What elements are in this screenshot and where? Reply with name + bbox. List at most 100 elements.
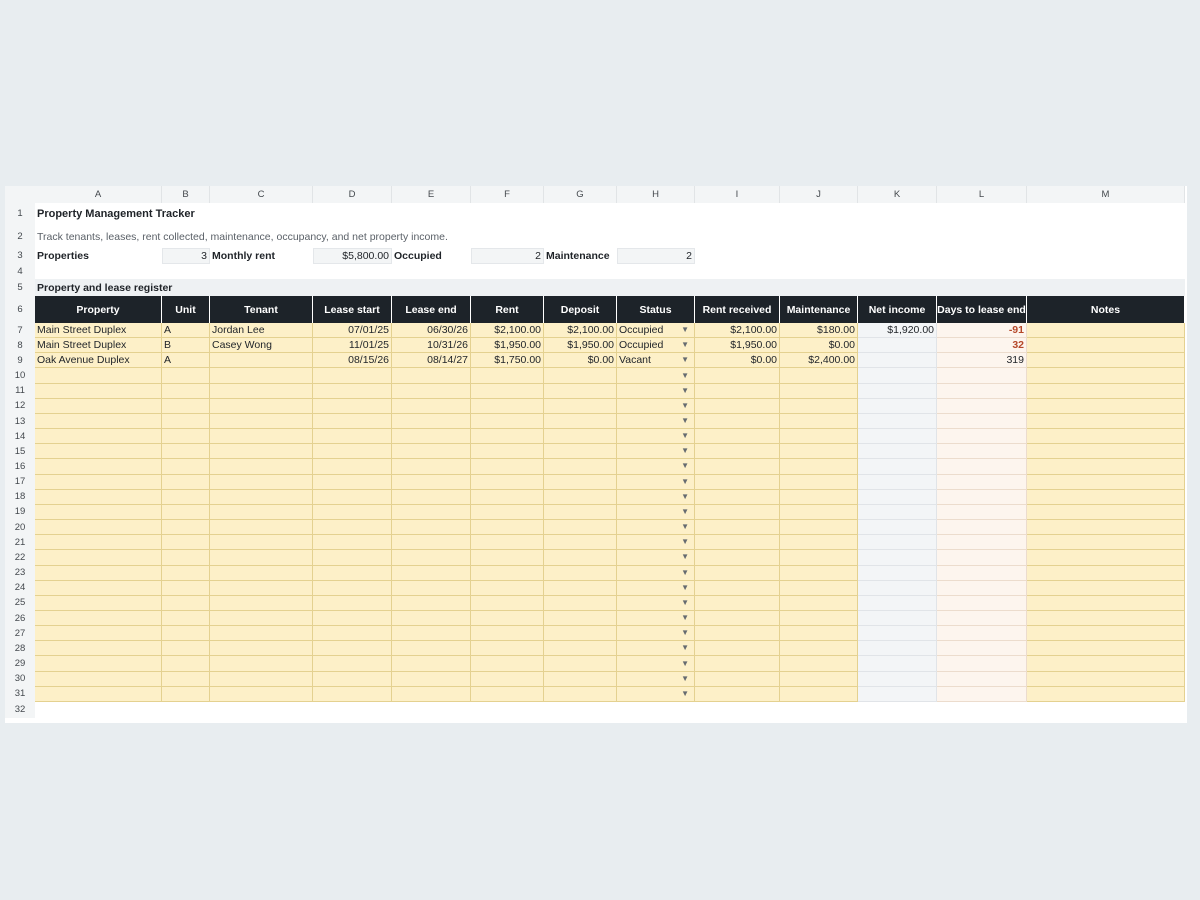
dropdown-arrow-icon[interactable]: ▼ bbox=[681, 672, 689, 686]
table-cell-r18-c9[interactable] bbox=[780, 595, 858, 611]
row-header-19[interactable]: 19 bbox=[5, 504, 35, 521]
table-cell-r9-c5[interactable] bbox=[471, 459, 544, 475]
table-cell-r17-c6[interactable] bbox=[544, 580, 617, 596]
table-cell-r2-c7[interactable]: Vacant ▼ bbox=[617, 353, 695, 369]
table-cell-r4-c1[interactable] bbox=[162, 383, 210, 399]
dropdown-arrow-icon[interactable]: ▼ bbox=[681, 566, 689, 580]
table-cell-r5-c8[interactable] bbox=[695, 398, 780, 414]
table-cell-r6-c11[interactable] bbox=[937, 413, 1027, 430]
table-cell-r0-c3[interactable]: 07/01/25 bbox=[313, 323, 392, 339]
table-cell-r1-c8[interactable]: $1,950.00 bbox=[695, 338, 780, 354]
row-header-3[interactable]: 3 bbox=[5, 248, 35, 264]
dropdown-arrow-icon[interactable]: ▼ bbox=[681, 353, 689, 367]
table-cell-r8-c1[interactable] bbox=[162, 444, 210, 460]
table-cell-r7-c4[interactable] bbox=[392, 429, 471, 445]
table-cell-r8-c5[interactable] bbox=[471, 444, 544, 460]
table-cell-r22-c12[interactable] bbox=[1027, 656, 1185, 672]
table-cell-r6-c7[interactable]: ▼ bbox=[617, 413, 695, 430]
table-cell-r9-c3[interactable] bbox=[313, 459, 392, 475]
table-cell-r7-c1[interactable] bbox=[162, 429, 210, 445]
table-cell-r13-c12[interactable] bbox=[1027, 520, 1185, 536]
table-cell-r20-c5[interactable] bbox=[471, 626, 544, 642]
table-cell-r0-c11[interactable]: -91 bbox=[937, 323, 1027, 339]
table-cell-r24-c9[interactable] bbox=[780, 686, 858, 702]
table-cell-r5-c1[interactable] bbox=[162, 398, 210, 414]
table-cell-r18-c5[interactable] bbox=[471, 595, 544, 611]
table-cell-r22-c7[interactable]: ▼ bbox=[617, 656, 695, 672]
table-cell-r8-c8[interactable] bbox=[695, 444, 780, 460]
table-cell-r17-c3[interactable] bbox=[313, 580, 392, 596]
row-header-1[interactable]: 1 bbox=[5, 203, 35, 225]
table-cell-r14-c0[interactable] bbox=[35, 535, 162, 551]
table-cell-r22-c4[interactable] bbox=[392, 656, 471, 672]
table-cell-r4-c5[interactable] bbox=[471, 383, 544, 399]
row-header-16[interactable]: 16 bbox=[5, 459, 35, 475]
table-cell-r10-c1[interactable] bbox=[162, 474, 210, 490]
table-cell-r18-c1[interactable] bbox=[162, 595, 210, 611]
table-cell-r22-c8[interactable] bbox=[695, 656, 780, 672]
table-cell-r12-c11[interactable] bbox=[937, 504, 1027, 521]
table-cell-r17-c11[interactable] bbox=[937, 580, 1027, 596]
table-cell-r16-c0[interactable] bbox=[35, 565, 162, 581]
table-cell-r20-c6[interactable] bbox=[544, 626, 617, 642]
table-cell-r13-c0[interactable] bbox=[35, 520, 162, 536]
table-cell-r20-c2[interactable] bbox=[210, 626, 313, 642]
table-cell-r14-c9[interactable] bbox=[780, 535, 858, 551]
table-cell-r9-c7[interactable]: ▼ bbox=[617, 459, 695, 475]
table-cell-r19-c7[interactable]: ▼ bbox=[617, 610, 695, 627]
table-cell-r3-c7[interactable]: ▼ bbox=[617, 368, 695, 384]
dropdown-arrow-icon[interactable]: ▼ bbox=[681, 429, 689, 443]
table-cell-r22-c1[interactable] bbox=[162, 656, 210, 672]
table-cell-r1-c2[interactable]: Casey Wong bbox=[210, 338, 313, 354]
dropdown-arrow-icon[interactable]: ▼ bbox=[681, 687, 689, 701]
table-cell-r5-c6[interactable] bbox=[544, 398, 617, 414]
table-cell-r9-c12[interactable] bbox=[1027, 459, 1185, 475]
table-cell-r1-c6[interactable]: $1,950.00 bbox=[544, 338, 617, 354]
table-cell-r14-c5[interactable] bbox=[471, 535, 544, 551]
row-header-13[interactable]: 13 bbox=[5, 413, 35, 430]
table-cell-r19-c1[interactable] bbox=[162, 610, 210, 627]
column-header-i[interactable]: I bbox=[695, 186, 780, 203]
table-header-12[interactable]: Notes bbox=[1027, 296, 1185, 323]
table-cell-r7-c8[interactable] bbox=[695, 429, 780, 445]
table-cell-r8-c2[interactable] bbox=[210, 444, 313, 460]
table-cell-r0-c9[interactable]: $180.00 bbox=[780, 323, 858, 339]
table-cell-r13-c3[interactable] bbox=[313, 520, 392, 536]
summary-value-1[interactable]: $5,800.00 bbox=[313, 248, 392, 264]
dropdown-arrow-icon[interactable]: ▼ bbox=[681, 505, 689, 519]
row-header-20[interactable]: 20 bbox=[5, 520, 35, 536]
table-cell-r23-c9[interactable] bbox=[780, 671, 858, 687]
table-cell-r13-c10[interactable] bbox=[858, 520, 937, 536]
table-cell-r11-c11[interactable] bbox=[937, 489, 1027, 505]
table-cell-r17-c4[interactable] bbox=[392, 580, 471, 596]
table-cell-r0-c4[interactable]: 06/30/26 bbox=[392, 323, 471, 339]
table-cell-r4-c7[interactable]: ▼ bbox=[617, 383, 695, 399]
dropdown-arrow-icon[interactable]: ▼ bbox=[681, 444, 689, 458]
table-cell-r20-c7[interactable]: ▼ bbox=[617, 626, 695, 642]
table-header-8[interactable]: Rent received bbox=[695, 296, 780, 323]
table-cell-r19-c9[interactable] bbox=[780, 610, 858, 627]
table-cell-r21-c4[interactable] bbox=[392, 641, 471, 657]
column-header-m[interactable]: M bbox=[1027, 186, 1185, 203]
table-cell-r16-c12[interactable] bbox=[1027, 565, 1185, 581]
table-cell-r6-c9[interactable] bbox=[780, 413, 858, 430]
row-header-29[interactable]: 29 bbox=[5, 656, 35, 672]
table-cell-r13-c6[interactable] bbox=[544, 520, 617, 536]
table-cell-r13-c1[interactable] bbox=[162, 520, 210, 536]
table-cell-r7-c12[interactable] bbox=[1027, 429, 1185, 445]
table-cell-r8-c10[interactable] bbox=[858, 444, 937, 460]
table-cell-r10-c9[interactable] bbox=[780, 474, 858, 490]
table-cell-r8-c6[interactable] bbox=[544, 444, 617, 460]
table-cell-r6-c12[interactable] bbox=[1027, 413, 1185, 430]
table-cell-r16-c8[interactable] bbox=[695, 565, 780, 581]
table-cell-r20-c1[interactable] bbox=[162, 626, 210, 642]
dropdown-arrow-icon[interactable]: ▼ bbox=[681, 581, 689, 595]
table-cell-r17-c2[interactable] bbox=[210, 580, 313, 596]
table-cell-r7-c3[interactable] bbox=[313, 429, 392, 445]
table-cell-r3-c8[interactable] bbox=[695, 368, 780, 384]
table-cell-r5-c2[interactable] bbox=[210, 398, 313, 414]
table-cell-r9-c4[interactable] bbox=[392, 459, 471, 475]
table-cell-r6-c10[interactable] bbox=[858, 413, 937, 430]
table-cell-r3-c2[interactable] bbox=[210, 368, 313, 384]
table-cell-r8-c7[interactable]: ▼ bbox=[617, 444, 695, 460]
